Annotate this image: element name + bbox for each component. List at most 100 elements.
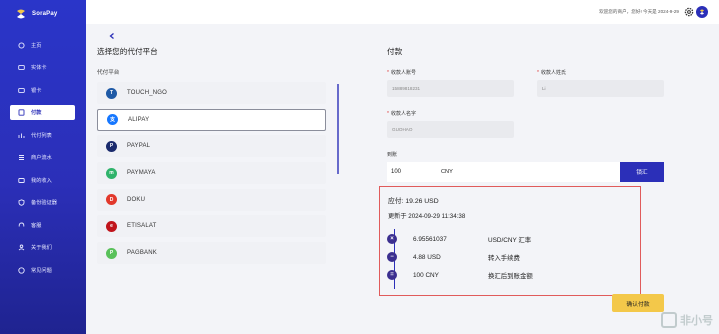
amount-due: 应付: 19.26 USD bbox=[388, 198, 439, 205]
firstname-field[interactable]: GUOHAO bbox=[387, 121, 514, 138]
surname-field[interactable]: Li bbox=[537, 80, 664, 97]
operator-icon: × bbox=[387, 234, 397, 244]
platform-name: ETISALAT bbox=[127, 223, 157, 230]
platform-item-pagbank[interactable]: P PAGBANK bbox=[97, 242, 326, 265]
quote-value: 4.88 USD bbox=[413, 253, 441, 261]
updated-time: 更新于 2024-09-29 11:34:38 bbox=[388, 213, 466, 220]
platform-item-doku[interactable]: D DOKU bbox=[97, 188, 326, 211]
quote-description: USD/CNY 汇率 bbox=[488, 236, 532, 244]
sidebar: SoraPay 主页实体卡银卡付款代付列表商户流水我的收入备份验证器客服关于我们… bbox=[0, 0, 86, 334]
operator-icon: − bbox=[387, 252, 397, 262]
quote-row: − 4.88 USD 转入手续费 bbox=[387, 251, 520, 263]
platform-subtitle: 代付平台 bbox=[97, 70, 120, 76]
firstname-label: * 收款人名字 bbox=[387, 111, 416, 117]
sidebar-item-label: 客服 bbox=[31, 222, 42, 229]
lock-rate-button[interactable]: 锁汇 bbox=[620, 162, 664, 182]
app-logo[interactable]: SoraPay bbox=[14, 6, 57, 22]
user-icon bbox=[700, 9, 704, 15]
currency-label: CNY bbox=[441, 169, 453, 175]
headset-icon bbox=[18, 222, 25, 229]
card-icon bbox=[18, 64, 25, 71]
platform-item-paypal[interactable]: P PAYPAL bbox=[97, 135, 326, 158]
quote-row: × 6.95561037 USD/CNY 汇率 bbox=[387, 233, 531, 245]
quote-description: 转入手续费 bbox=[488, 254, 520, 262]
account-label: * 收款人账号 bbox=[387, 70, 416, 76]
confirm-payment-button[interactable]: 确认付款 bbox=[612, 294, 664, 312]
chart-icon bbox=[18, 132, 25, 139]
sidebar-item-3[interactable]: 付款 bbox=[0, 102, 86, 125]
scrollbar[interactable] bbox=[337, 84, 339, 174]
app-name: SoraPay bbox=[32, 11, 58, 17]
platform-list: T TOUCH_NGO 支 ALIPAY P PAYPAL m PAYMAYA D DOKU e ET… bbox=[97, 82, 326, 269]
sidebar-item-4[interactable]: 代付列表 bbox=[0, 124, 86, 147]
platform-item-etisalat[interactable]: e ETISALAT bbox=[97, 215, 326, 238]
sidebar-item-label: 商户流水 bbox=[31, 155, 52, 162]
sidebar-item-label: 银卡 bbox=[31, 87, 42, 94]
surname-label: * 收款人姓氏 bbox=[537, 70, 566, 76]
home-icon bbox=[18, 42, 25, 49]
sidebar-item-1[interactable]: 实体卡 bbox=[0, 57, 86, 80]
sidebar-item-10[interactable]: 常见问题 bbox=[0, 259, 86, 282]
payment-icon bbox=[18, 109, 25, 116]
platform-item-alipay[interactable]: 支 ALIPAY bbox=[97, 108, 326, 131]
quote-value: 100 CNY bbox=[413, 271, 439, 279]
shield-icon bbox=[18, 199, 25, 207]
platform-name: PAYMAYA bbox=[127, 170, 156, 177]
wallet-icon bbox=[18, 177, 25, 184]
platform-logo-icon: P bbox=[106, 140, 117, 152]
platform-logo-icon: 支 bbox=[107, 114, 118, 126]
sidebar-item-2[interactable]: 银卡 bbox=[0, 79, 86, 102]
gear-icon[interactable] bbox=[684, 7, 694, 17]
sidebar-item-label: 主页 bbox=[31, 42, 42, 49]
sorapay-logo-icon bbox=[17, 9, 25, 19]
platform-name: DOKU bbox=[127, 196, 146, 203]
platform-logo-icon: D bbox=[106, 194, 117, 206]
welcome-text: 欢迎您的商户，您好! 今天是 2024-9-29 bbox=[599, 9, 679, 14]
sidebar-item-8[interactable]: 客服 bbox=[0, 214, 86, 237]
sidebar-item-6[interactable]: 我的收入 bbox=[0, 169, 86, 192]
watermark: 非小号 bbox=[661, 312, 713, 328]
platform-item-paymaya[interactable]: m PAYMAYA bbox=[97, 162, 326, 185]
sidebar-item-label: 我的收入 bbox=[31, 177, 52, 184]
sidebar-item-5[interactable]: 商户流水 bbox=[0, 147, 86, 170]
watermark-text: 非小号 bbox=[680, 315, 713, 327]
account-field[interactable]: 15889818231 bbox=[387, 80, 514, 97]
users-icon bbox=[18, 244, 25, 251]
platform-name: PAYPAL bbox=[127, 143, 151, 150]
operator-icon: = bbox=[387, 270, 397, 280]
payment-section-title: 付款 bbox=[387, 47, 403, 56]
sidebar-nav: 主页实体卡银卡付款代付列表商户流水我的收入备份验证器客服关于我们常见问题 bbox=[0, 34, 86, 282]
platform-section-title: 选择您的代付平台 bbox=[97, 47, 158, 56]
platform-logo-icon: P bbox=[106, 247, 117, 259]
quote-row: = 100 CNY 换汇后到账金额 bbox=[387, 269, 533, 281]
platform-logo-icon: T bbox=[106, 87, 117, 99]
avatar[interactable] bbox=[696, 6, 708, 18]
top-bar: 欢迎您的商户，您好! 今天是 2024-9-29 bbox=[86, 0, 719, 24]
quote-panel: 应付: 19.26 USD 更新于 2024-09-29 11:34:38 × 6… bbox=[379, 186, 641, 296]
sidebar-item-label: 备份验证器 bbox=[31, 200, 57, 207]
sidebar-item-label: 代付列表 bbox=[31, 132, 52, 139]
amount-input[interactable]: 100 bbox=[387, 162, 620, 182]
amount-row: 100 CNY 锁汇 bbox=[387, 162, 664, 182]
platform-name: PAGBANK bbox=[127, 250, 157, 257]
watermark-logo-icon bbox=[661, 312, 677, 328]
card-icon bbox=[18, 87, 25, 94]
sidebar-item-label: 关于我们 bbox=[31, 245, 52, 252]
quote-value: 6.95561037 bbox=[413, 235, 447, 243]
platform-logo-icon: m bbox=[106, 167, 117, 179]
help-icon bbox=[18, 267, 25, 274]
quote-description: 换汇后到账金额 bbox=[488, 272, 533, 280]
ledger-icon bbox=[18, 154, 25, 161]
sidebar-item-0[interactable]: 主页 bbox=[0, 34, 86, 57]
sidebar-item-7[interactable]: 备份验证器 bbox=[0, 192, 86, 215]
platform-logo-icon: e bbox=[106, 220, 117, 232]
sidebar-item-label: 常见问题 bbox=[31, 267, 52, 274]
platform-name: ALIPAY bbox=[128, 116, 150, 123]
back-arrow-icon[interactable] bbox=[108, 32, 116, 40]
amount-label: 到账 bbox=[387, 152, 398, 158]
sidebar-item-label: 付款 bbox=[31, 110, 42, 117]
platform-name: TOUCH_NGO bbox=[127, 90, 168, 96]
sidebar-item-label: 实体卡 bbox=[31, 65, 47, 72]
platform-item-touch_ngo[interactable]: T TOUCH_NGO bbox=[97, 82, 326, 104]
sidebar-item-9[interactable]: 关于我们 bbox=[0, 237, 86, 260]
